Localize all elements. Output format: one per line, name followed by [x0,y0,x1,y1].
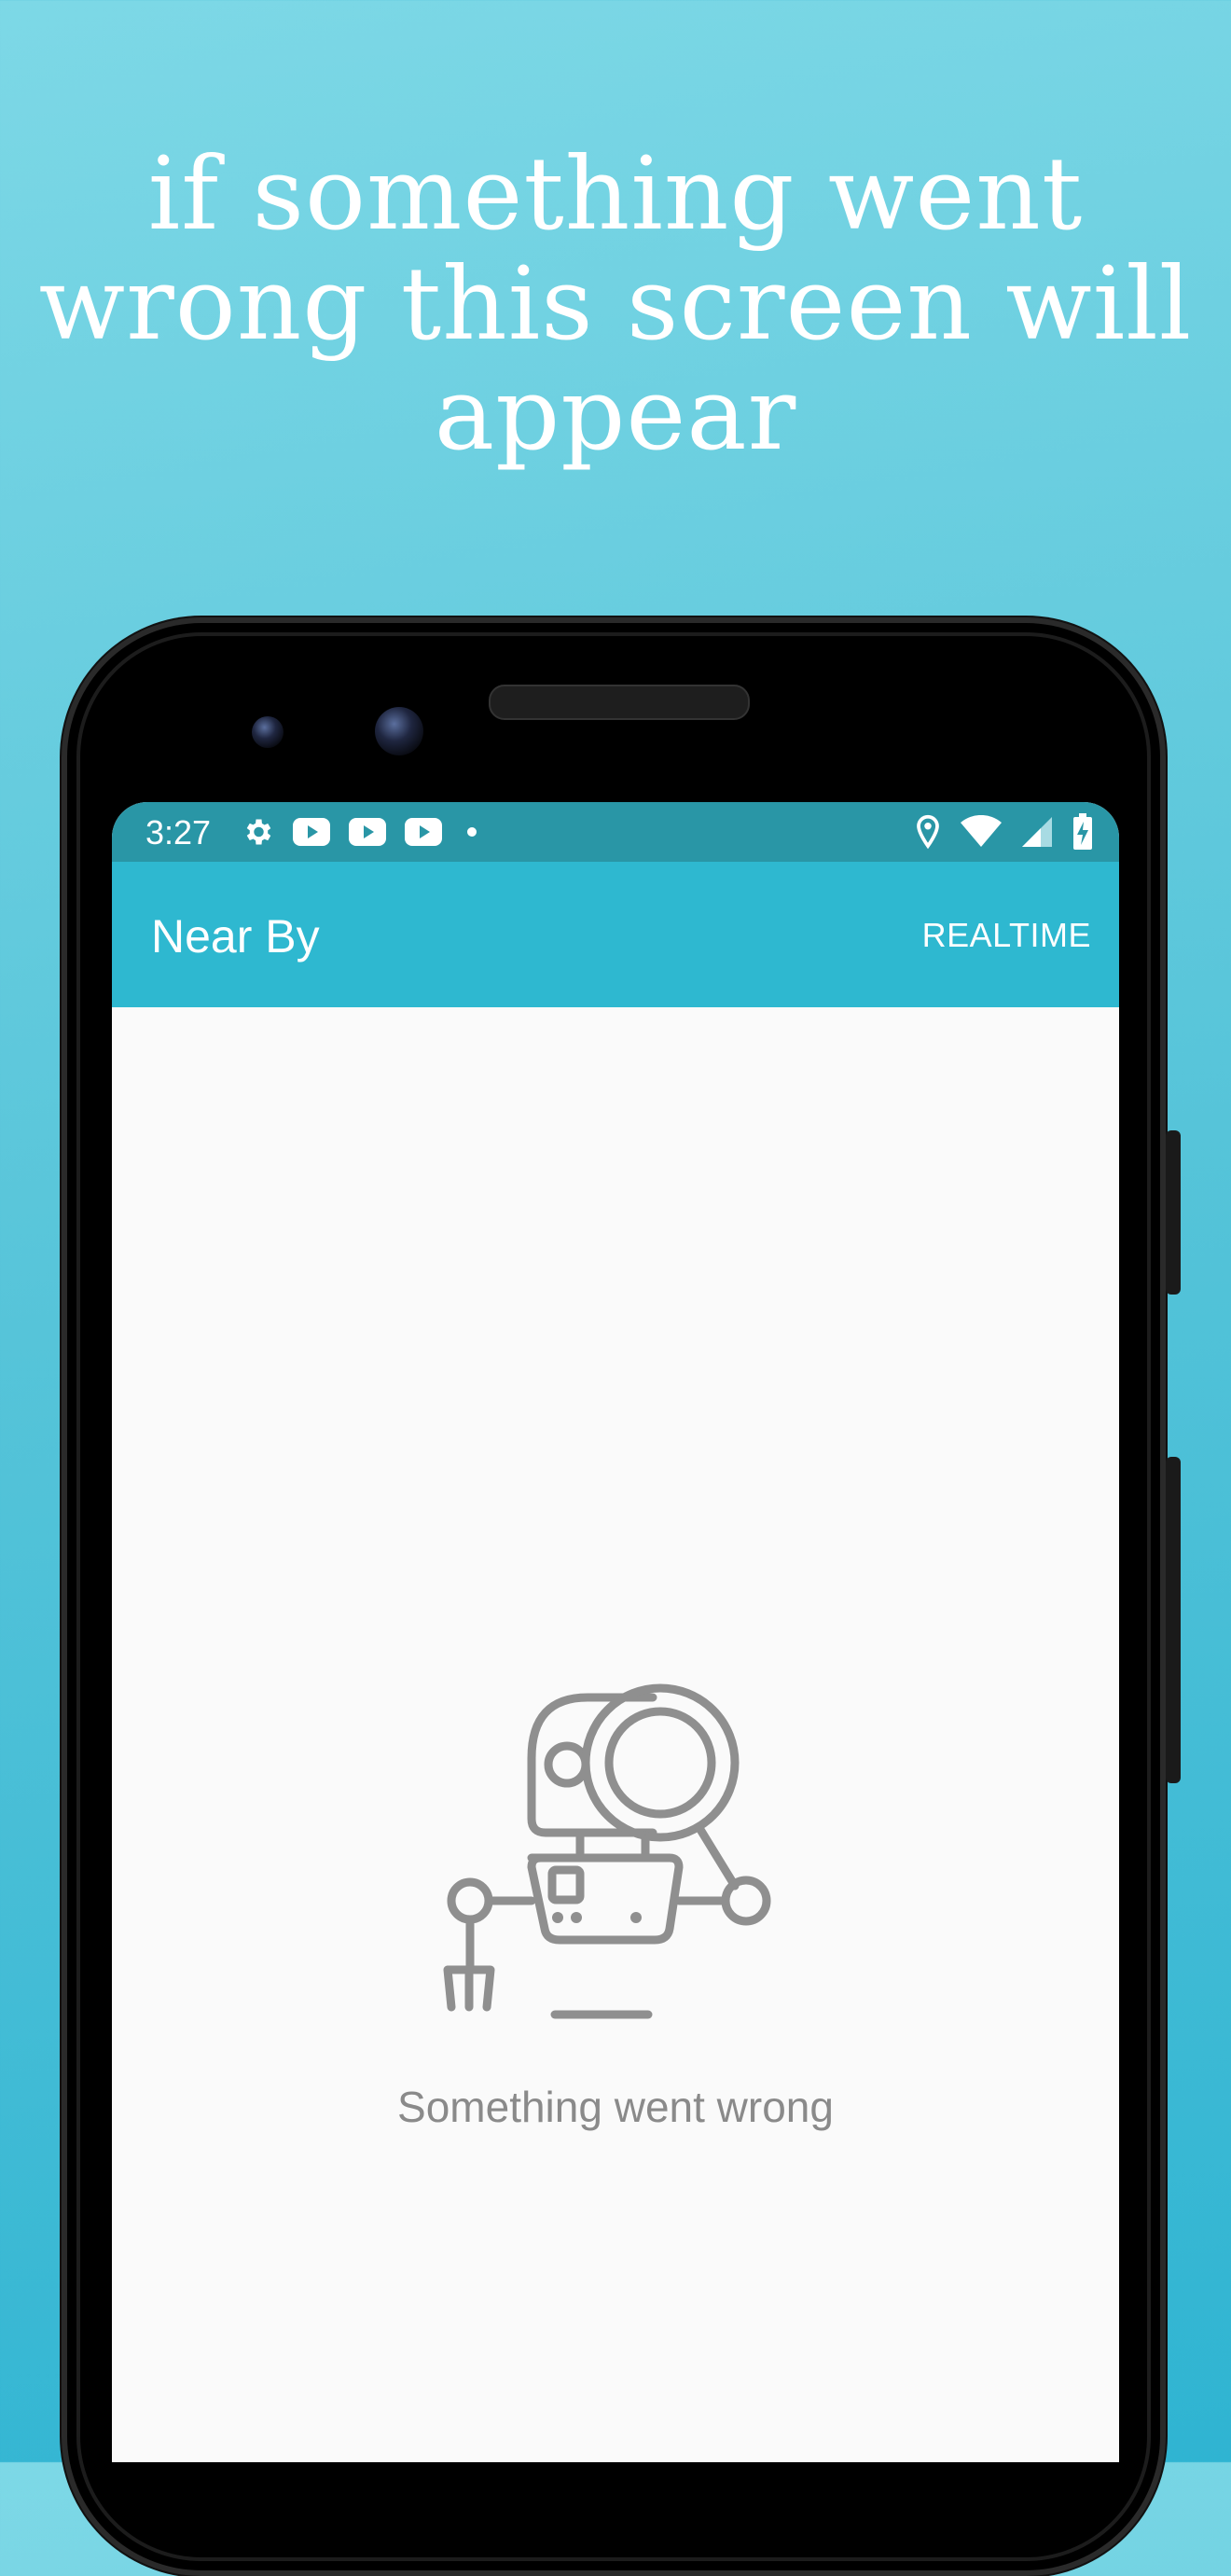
system-icons [914,811,1093,852]
front-sensor [252,716,284,748]
promo-headline: if something went wrong this screen will… [0,140,1231,470]
location-icon [917,814,939,850]
signal-icon [1022,817,1052,847]
dot-icon [467,827,477,837]
status-time: 3:27 [145,813,212,852]
wifi-icon [961,815,1002,847]
status-bar: 3:27 [112,802,1119,862]
headline-line-3: appear [434,356,797,473]
app-title: Near By [151,910,320,963]
youtube-icon [405,818,442,846]
headline-line-1: if something went [147,136,1084,253]
headline-line-2: wrong this screen will [38,246,1193,363]
earpiece-speaker [489,685,750,720]
power-button [1166,1130,1181,1295]
front-camera [375,707,423,755]
error-message: Something went wrong [397,2083,834,2131]
youtube-icon [293,818,330,846]
robot-with-magnifier-icon [443,1683,771,2019]
realtime-button[interactable]: REALTIME [922,916,1091,955]
battery-charging-icon [1073,813,1092,850]
volume-button [1166,1457,1181,1783]
phone-screen: 3:27 Near By REALTIME Something went wro… [112,802,1119,2462]
notification-icons [241,813,483,851]
app-bar: Near By REALTIME [112,862,1119,1007]
youtube-icon [349,818,386,846]
gear-icon [246,819,271,845]
